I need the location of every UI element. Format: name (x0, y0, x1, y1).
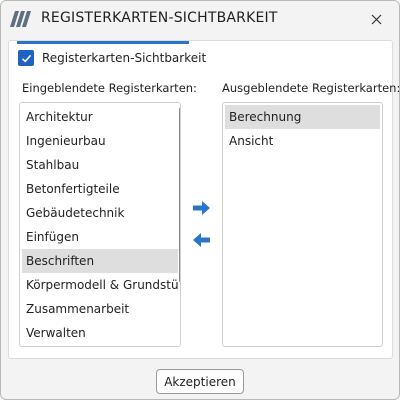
visible-tabs-caption: Eingeblendete Registerkarten: (22, 81, 197, 95)
accept-button[interactable]: Akzeptieren (156, 369, 244, 394)
list-item[interactable]: Ingenieurbau (22, 129, 178, 153)
visibility-checkbox-label: Registerkarten-Sichtbarkeit (42, 51, 207, 65)
list-item[interactable]: Zusammenarbeit (22, 297, 178, 321)
list-item[interactable]: Einfügen (22, 225, 178, 249)
checkmark-icon (21, 54, 31, 63)
list-item[interactable]: Verwalten (22, 321, 178, 345)
list-item[interactable]: Architektur (22, 105, 178, 129)
list-item[interactable]: Betonfertigteile (22, 177, 178, 201)
move-right-button[interactable] (190, 198, 212, 218)
close-button[interactable] (361, 5, 391, 33)
list-item-selected[interactable]: Beschriften (22, 249, 178, 273)
visibility-checkbox[interactable] (18, 50, 34, 66)
content-panel: Registerkarten-Sichtbarkeit Eingeblendet… (8, 40, 399, 359)
close-icon (371, 14, 381, 24)
list-item[interactable]: Körpermodell & Grundstü (22, 273, 178, 297)
title-bar[interactable]: REGISTERKARTEN-SICHTBARKEIT (1, 1, 399, 37)
arrow-right-icon (192, 201, 210, 215)
move-left-button[interactable] (190, 230, 212, 250)
hidden-tabs-caption: Ausgeblendete Registerkarten: (222, 81, 400, 95)
list-item[interactable]: Ansicht (225, 129, 380, 153)
arrow-left-icon (192, 233, 210, 247)
app-logo-icon (10, 11, 31, 27)
dialog-window: REGISTERKARTEN-SICHTBARKEIT Registerkart… (0, 0, 400, 400)
visible-tabs-listbox[interactable]: Architektur Ingenieurbau Stahlbau Betonf… (19, 102, 181, 347)
list-item[interactable]: Gebäudetechnik (22, 201, 178, 225)
visibility-checkbox-row[interactable]: Registerkarten-Sichtbarkeit (18, 49, 206, 67)
list-item-selected[interactable]: Berechnung (225, 105, 380, 129)
visible-list-scrollbar[interactable] (179, 107, 180, 283)
window-title: REGISTERKARTEN-SICHTBARKEIT (41, 10, 278, 26)
hidden-tabs-listbox[interactable]: Berechnung Ansicht (222, 102, 383, 347)
accent-bar (17, 41, 189, 44)
list-item[interactable]: Stahlbau (22, 153, 178, 177)
